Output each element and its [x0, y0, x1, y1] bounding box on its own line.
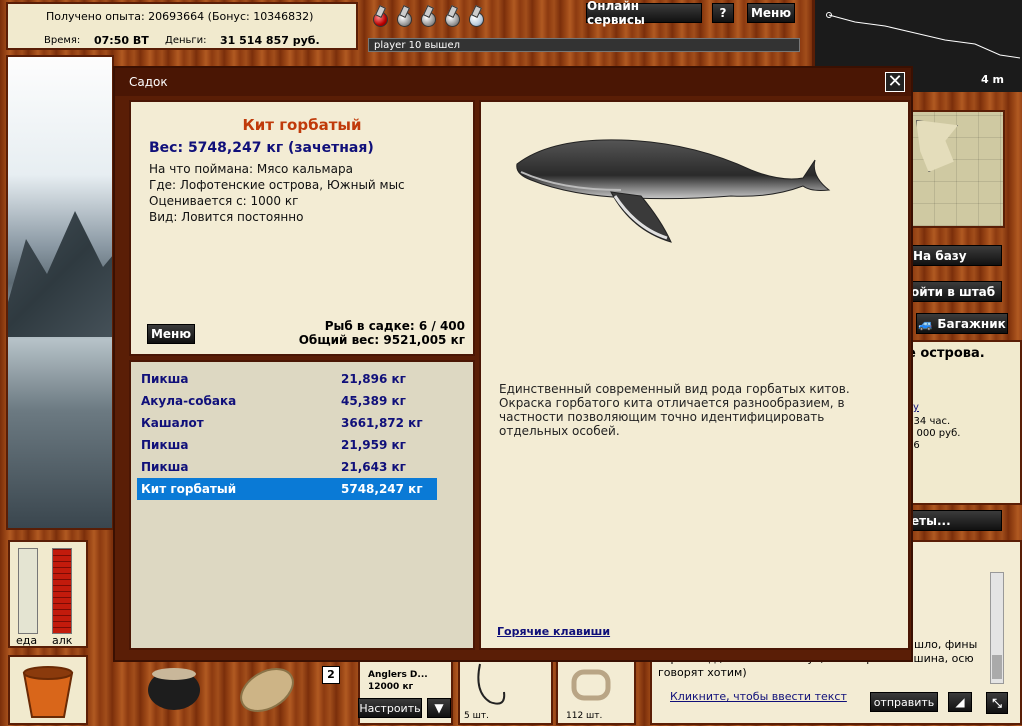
meters-panel: еда алк: [8, 540, 88, 648]
info-line: : 34 час.: [907, 416, 951, 427]
money-label: Деньги:: [165, 35, 207, 46]
bucket-slot[interactable]: [8, 655, 88, 725]
trunk-button[interactable]: 🚙 Багажник: [916, 313, 1008, 334]
lake-scene-view[interactable]: [6, 55, 114, 530]
player-stats: Получено опыта: 20693664 (Бонус: 1034683…: [6, 2, 358, 50]
humpback-whale-image: [516, 139, 831, 243]
list-item-name: Пикша: [141, 372, 189, 386]
location-name: е острова.: [907, 346, 985, 361]
help-button[interactable]: ?: [712, 3, 734, 23]
time-value: 07:50 ВТ: [94, 34, 149, 47]
online-services-button[interactable]: Онлайн сервисы: [586, 0, 702, 27]
chat-status-line: player 10 вышел: [368, 38, 800, 52]
hotkeys-link[interactable]: Горячие клавиши: [497, 625, 610, 638]
rope-bundle-icon[interactable]: [232, 662, 302, 712]
bottle-icon[interactable]: [394, 5, 412, 27]
food-label: еда: [16, 634, 38, 647]
valued-from-text: Оценивается с: 1000 кг: [149, 194, 299, 208]
list-item-name: Кит горбатый: [141, 482, 237, 496]
list-item-weight: 21,643 кг: [341, 460, 406, 474]
keepnet-summary: Рыб в садке: 6 / 400 Общий вес: 9521,005…: [299, 319, 465, 347]
go-headquarters-button[interactable]: ойти в штаб: [908, 281, 1002, 302]
money-value: 31 514 857 руб.: [220, 34, 320, 47]
list-item[interactable]: Пикша 21,643 кг: [137, 456, 437, 478]
scroll-thumb[interactable]: [992, 655, 1002, 679]
bottle-icon[interactable]: [418, 5, 436, 27]
send-button[interactable]: отправить: [870, 692, 938, 712]
bucket-icon: [22, 666, 74, 718]
menu-button[interactable]: Меню: [747, 3, 795, 23]
keepnet-menu-button[interactable]: Меню: [147, 324, 195, 344]
caught-with-text: На что поймана: Мясо кальмара: [149, 162, 353, 176]
list-item-name: Акула-собака: [141, 394, 237, 408]
hook-icon: [477, 663, 506, 705]
list-item[interactable]: Акула-собака 45,389 кг: [137, 390, 437, 412]
dialog-titlebar: Садок: [115, 68, 911, 96]
lure-name: Anglers D...: [368, 670, 428, 680]
list-item-name: Пикша: [141, 438, 189, 452]
list-item[interactable]: Пикша 21,896 кг: [137, 368, 437, 390]
lure-weight: 12000 кг: [368, 682, 414, 692]
more-button[interactable]: еты...: [908, 510, 1002, 531]
alcohol-meter: [52, 548, 72, 634]
bottle-icon[interactable]: [466, 5, 484, 27]
hook-count: 5 шт.: [464, 711, 489, 721]
bottles-bar: [364, 2, 504, 30]
fish-name: Кит горбатый: [242, 116, 362, 134]
close-icon[interactable]: ✕: [885, 72, 905, 92]
kind-text: Вид: Ловится постоянно: [149, 210, 304, 224]
info-line: 0 000 руб.: [907, 428, 961, 439]
location-info: е острова. ку : 34 час. 0 000 руб. 26: [905, 340, 1022, 505]
lure-icon: [571, 669, 611, 701]
chat-line: говорят хотим): [658, 666, 747, 679]
fish-weight: Вес: 5748,247 кг (зачетная): [149, 140, 374, 156]
chat-input-prompt[interactable]: Кликните, чтобы ввести текст: [670, 690, 847, 703]
list-item[interactable]: Пикша 21,959 кг: [137, 434, 437, 456]
map-thumbnail[interactable]: [910, 110, 1005, 228]
to-base-button[interactable]: На базу: [908, 245, 1002, 266]
fish-count: Рыб в садке: 6 / 400: [324, 319, 465, 333]
hook-slot[interactable]: 5 шт.: [458, 660, 553, 725]
keepnet-dialog: Садок ✕ Кит горбатый Вес: 5748,247 кг (з…: [113, 66, 913, 662]
total-weight: Общий вес: 9521,005 кг: [298, 333, 465, 347]
lure-items-slot[interactable]: 112 шт.: [556, 660, 636, 725]
depth-value: 4 m: [981, 73, 1004, 86]
list-item-weight: 21,959 кг: [341, 438, 406, 452]
slot-number-badge: 2: [322, 666, 340, 684]
lure-count: 112 шт.: [566, 711, 603, 721]
chat-scrollbar[interactable]: [990, 572, 1004, 684]
list-item-weight: 45,389 кг: [341, 394, 406, 408]
list-item-weight: 21,896 кг: [341, 372, 406, 386]
list-item[interactable]: Кашалот 3661,872 кг: [137, 412, 437, 434]
fish-description-panel: Единственный современный вид рода горбат…: [479, 100, 910, 650]
food-meter: [18, 548, 38, 634]
configure-button[interactable]: Настроить: [358, 698, 422, 718]
list-item-name: Кашалот: [141, 416, 204, 430]
eraser-icon[interactable]: ◢: [948, 692, 972, 712]
dropdown-arrow-icon[interactable]: ▼: [427, 698, 451, 718]
cauldron-icon[interactable]: [144, 662, 204, 712]
list-item-name: Пикша: [141, 460, 189, 474]
chat-line: шло, фины: [914, 638, 978, 651]
alcohol-label: алк: [52, 634, 73, 647]
list-item-selected[interactable]: Кит горбатый 5748,247 кг: [137, 478, 437, 500]
list-item-weight: 3661,872 кг: [341, 416, 423, 430]
list-item-weight: 5748,247 кг: [341, 482, 423, 496]
experience-text: Получено опыта: 20693664 (Бонус: 1034683…: [46, 10, 314, 23]
expand-icon[interactable]: ⤡: [986, 692, 1008, 714]
time-label: Время:: [44, 35, 81, 46]
bottle-icon[interactable]: [442, 5, 460, 27]
bottle-icon[interactable]: [370, 5, 388, 27]
location-text: Где: Лофотенские острова, Южный мыс: [149, 178, 405, 192]
dialog-title: Садок: [129, 75, 168, 89]
fish-description: Единственный современный вид рода горбат…: [499, 382, 850, 438]
fish-info-panel: Кит горбатый Вес: 5748,247 кг (зачетная)…: [129, 100, 475, 356]
fish-list: Пикша 21,896 кг Акула-собака 45,389 кг Каш…: [129, 360, 475, 650]
